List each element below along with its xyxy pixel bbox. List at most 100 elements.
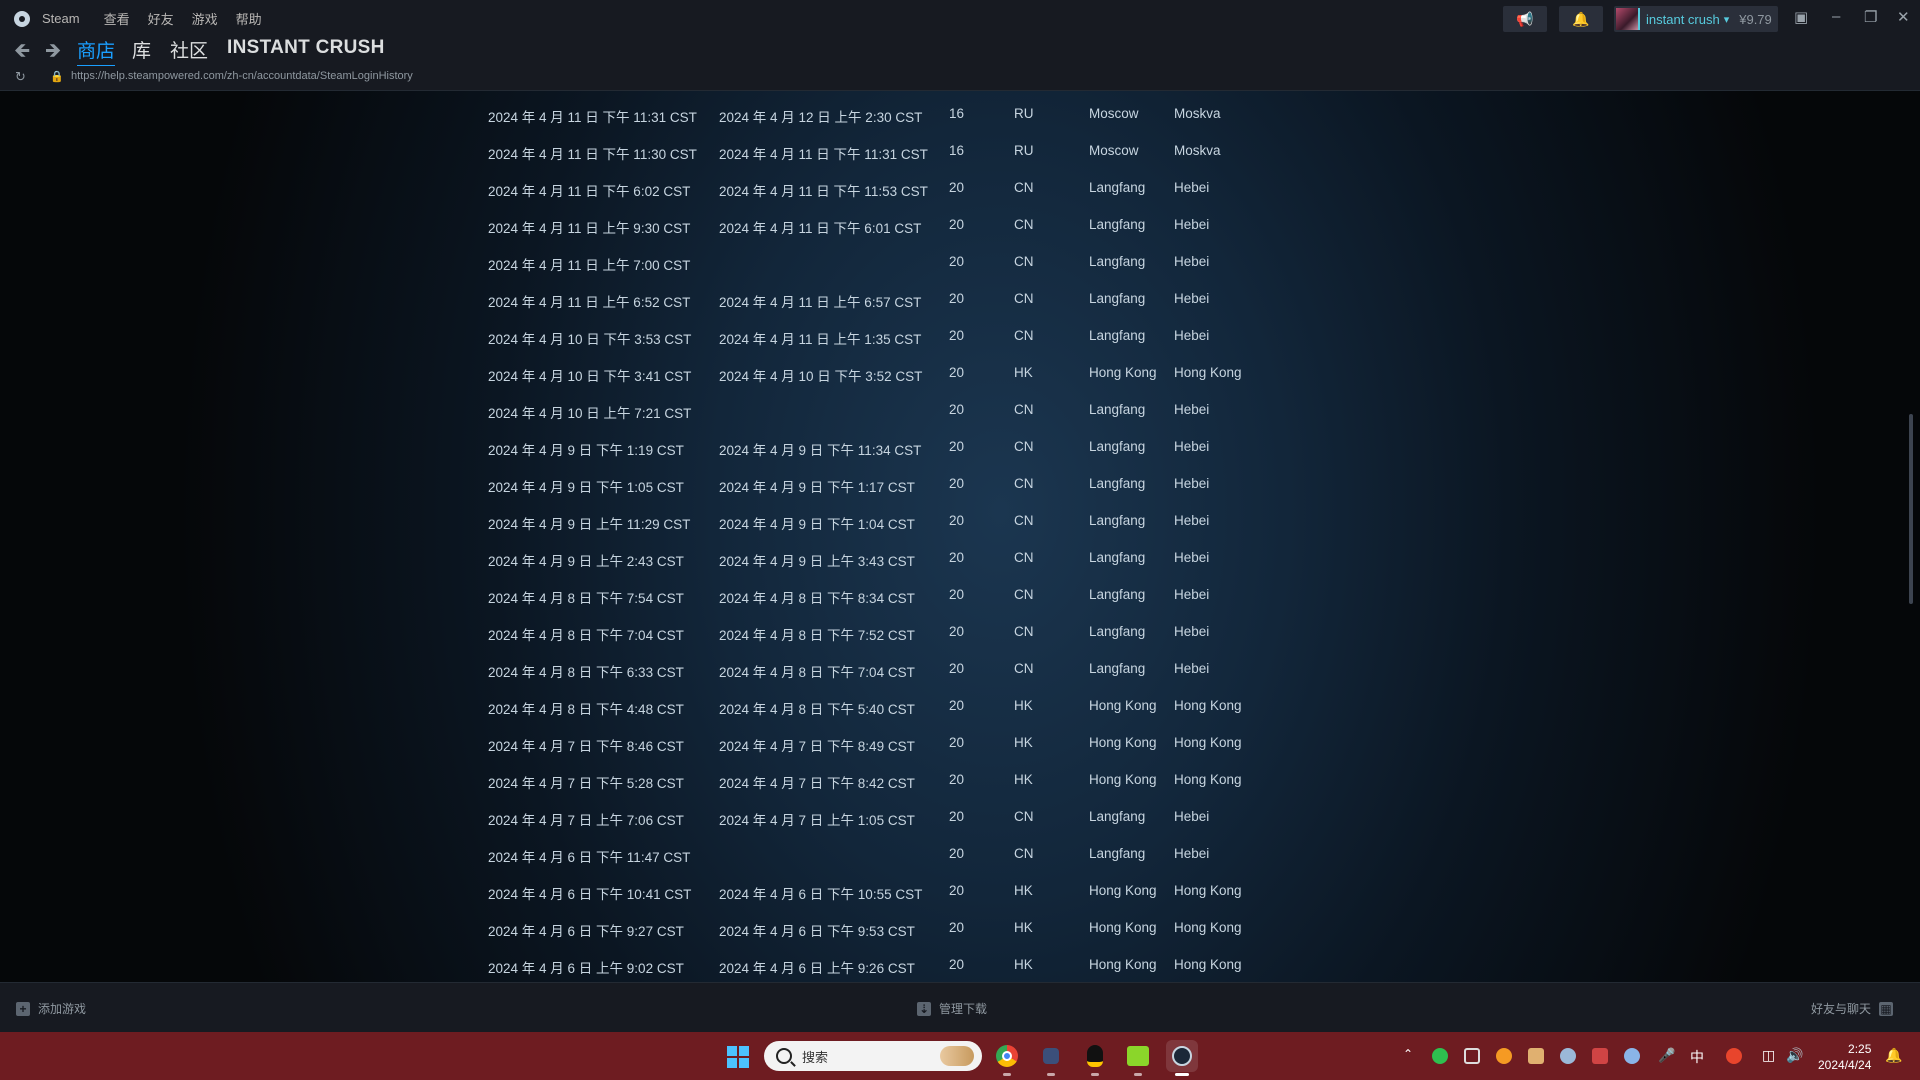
country-code: CN: [1014, 402, 1034, 417]
tray-steam-icon[interactable]: [1560, 1048, 1576, 1064]
big-picture-icon[interactable]: ▣: [1794, 8, 1808, 26]
tab-profile[interactable]: INSTANT CRUSH: [227, 37, 385, 59]
manage-downloads-button[interactable]: ⇣ 管理下载: [917, 1000, 987, 1017]
refresh-icon[interactable]: ↻: [15, 69, 26, 85]
login-start-time: 2024 年 4 月 7 日 上午 7:06 CST: [488, 813, 684, 828]
country-code: HK: [1014, 772, 1033, 787]
volume-icon[interactable]: 🔊: [1786, 1047, 1803, 1064]
country-code: CN: [1014, 180, 1034, 195]
minimize-button[interactable]: –: [1832, 8, 1840, 25]
announcements-button[interactable]: 📢: [1503, 6, 1547, 32]
add-game-button[interactable]: + 添加游戏: [16, 1000, 86, 1017]
tray-app-box-icon[interactable]: [1464, 1048, 1480, 1064]
notifications-button[interactable]: 🔔: [1559, 6, 1603, 32]
table-row: 2024 年 4 月 9 日 上午 2:43 CST 2024 年 4 月 9 日…: [0, 540, 1400, 577]
accelerator-app-icon[interactable]: [1122, 1040, 1154, 1076]
region: Hebei: [1174, 291, 1210, 306]
country-code: RU: [1014, 143, 1034, 158]
menu-steam[interactable]: Steam: [36, 11, 86, 26]
tray-cloud-icon[interactable]: [1624, 1048, 1640, 1064]
tray-overflow-chevron-icon[interactable]: ⌃: [1403, 1047, 1413, 1061]
country-code: HK: [1014, 920, 1033, 935]
login-type: 20: [949, 254, 965, 269]
tray-app-green-icon[interactable]: [1432, 1048, 1448, 1064]
city: Hong Kong: [1089, 735, 1157, 750]
close-button[interactable]: ✕: [1897, 8, 1910, 26]
download-icon: ⇣: [917, 1001, 931, 1016]
country-code: RU: [1014, 106, 1034, 121]
region: Hebei: [1174, 587, 1210, 602]
steam-taskbar-icon[interactable]: [1166, 1040, 1198, 1076]
taskbar-search[interactable]: 搜索: [764, 1041, 982, 1071]
table-row: 2024 年 4 月 11 日 上午 6:52 CST 2024 年 4 月 11…: [0, 281, 1400, 318]
login-end-time: 2024 年 4 月 11 日 下午 6:01 CST: [719, 221, 922, 236]
nav-bar: 🡸 🡺 商店 库 社区 INSTANT CRUSH: [0, 36, 1920, 68]
menu-friends[interactable]: 好友: [142, 9, 180, 28]
windows-start-icon[interactable]: [727, 1046, 749, 1068]
city: Hong Kong: [1089, 957, 1157, 972]
forward-arrow-icon[interactable]: 🡺: [45, 36, 61, 70]
game-app-icon[interactable]: [1035, 1040, 1067, 1076]
menu-games[interactable]: 游戏: [186, 9, 224, 28]
taskbar-clock[interactable]: 2:25 2024/4/24: [1818, 1041, 1871, 1073]
add-game-label: 添加游戏: [38, 1002, 87, 1016]
city: Langfang: [1089, 402, 1146, 417]
tray-app-cat-icon[interactable]: [1528, 1048, 1544, 1064]
table-row: 2024 年 4 月 6 日 下午 11:47 CST 20 CN Langfang H…: [0, 836, 1400, 873]
search-highlight-image: [940, 1046, 974, 1066]
login-start-time: 2024 年 4 月 11 日 下午 11:31 CST: [488, 110, 697, 125]
region: Hebei: [1174, 328, 1210, 343]
tray-app-red-icon[interactable]: [1592, 1048, 1608, 1064]
wallet-balance: ¥9.79: [1739, 11, 1772, 27]
table-row: 2024 年 4 月 10 日 下午 3:53 CST 2024 年 4 月 11…: [0, 318, 1400, 355]
country-code: CN: [1014, 846, 1034, 861]
country-code: CN: [1014, 809, 1034, 824]
friends-chat-button[interactable]: 好友与聊天 ▦: [1811, 1000, 1894, 1017]
restore-button[interactable]: ❐: [1864, 8, 1877, 26]
table-row: 2024 年 4 月 6 日 上午 9:02 CST 2024 年 4 月 6 日…: [0, 947, 1400, 982]
login-end-time: 2024 年 4 月 6 日 下午 10:55 CST: [719, 887, 923, 902]
notification-bell-icon[interactable]: 🔔: [1885, 1047, 1902, 1064]
region: Hong Kong: [1174, 883, 1242, 898]
region: Hebei: [1174, 661, 1210, 676]
network-icon[interactable]: ◫: [1762, 1047, 1775, 1064]
manage-downloads-label: 管理下载: [939, 1002, 988, 1016]
menu-help[interactable]: 帮助: [230, 9, 268, 28]
sogou-ime-icon[interactable]: [1726, 1048, 1742, 1064]
tab-library[interactable]: 库: [132, 36, 151, 63]
login-end-time: 2024 年 4 月 9 日 下午 11:34 CST: [719, 443, 922, 458]
region: Hebei: [1174, 513, 1210, 528]
qq-icon[interactable]: [1079, 1040, 1111, 1076]
login-type: 20: [949, 476, 965, 491]
clock-time: 2:25: [1848, 1042, 1872, 1056]
login-start-time: 2024 年 4 月 8 日 下午 7:04 CST: [488, 628, 684, 643]
url-text[interactable]: https://help.steampowered.com/zh-cn/acco…: [71, 70, 413, 82]
chrome-icon[interactable]: [991, 1040, 1023, 1076]
country-code: CN: [1014, 587, 1034, 602]
running-indicator: [1134, 1073, 1142, 1076]
login-type: 20: [949, 550, 965, 565]
login-start-time: 2024 年 4 月 8 日 下午 4:48 CST: [488, 702, 684, 717]
login-end-time: 2024 年 4 月 7 日 下午 8:49 CST: [719, 739, 915, 754]
login-start-time: 2024 年 4 月 11 日 上午 7:00 CST: [488, 258, 691, 273]
menu-view[interactable]: 查看: [98, 9, 136, 28]
login-start-time: 2024 年 4 月 9 日 上午 11:29 CST: [488, 517, 691, 532]
city: Hong Kong: [1089, 698, 1157, 713]
login-type: 20: [949, 180, 965, 195]
scrollbar[interactable]: [1909, 414, 1913, 604]
table-row: 2024 年 4 月 6 日 下午 10:41 CST 2024 年 4 月 6 …: [0, 873, 1400, 910]
table-row: 2024 年 4 月 8 日 下午 7:04 CST 2024 年 4 月 8 日…: [0, 614, 1400, 651]
microphone-icon[interactable]: 🎤: [1658, 1047, 1675, 1064]
login-end-time: 2024 年 4 月 6 日 下午 9:53 CST: [719, 924, 915, 939]
back-arrow-icon[interactable]: 🡸: [14, 36, 30, 70]
account-menu-button[interactable]: instant crush ▾ ¥9.79: [1614, 6, 1778, 32]
login-start-time: 2024 年 4 月 8 日 下午 6:33 CST: [488, 665, 684, 680]
login-start-time: 2024 年 4 月 9 日 下午 1:05 CST: [488, 480, 684, 495]
table-row: 2024 年 4 月 8 日 下午 7:54 CST 2024 年 4 月 8 日…: [0, 577, 1400, 614]
ime-indicator[interactable]: 中: [1690, 1047, 1704, 1067]
city: Hong Kong: [1089, 365, 1157, 380]
tray-app-search-icon[interactable]: [1496, 1048, 1512, 1064]
region: Hong Kong: [1174, 772, 1242, 787]
tab-store[interactable]: 商店: [77, 36, 116, 68]
tab-community[interactable]: 社区: [170, 36, 208, 63]
